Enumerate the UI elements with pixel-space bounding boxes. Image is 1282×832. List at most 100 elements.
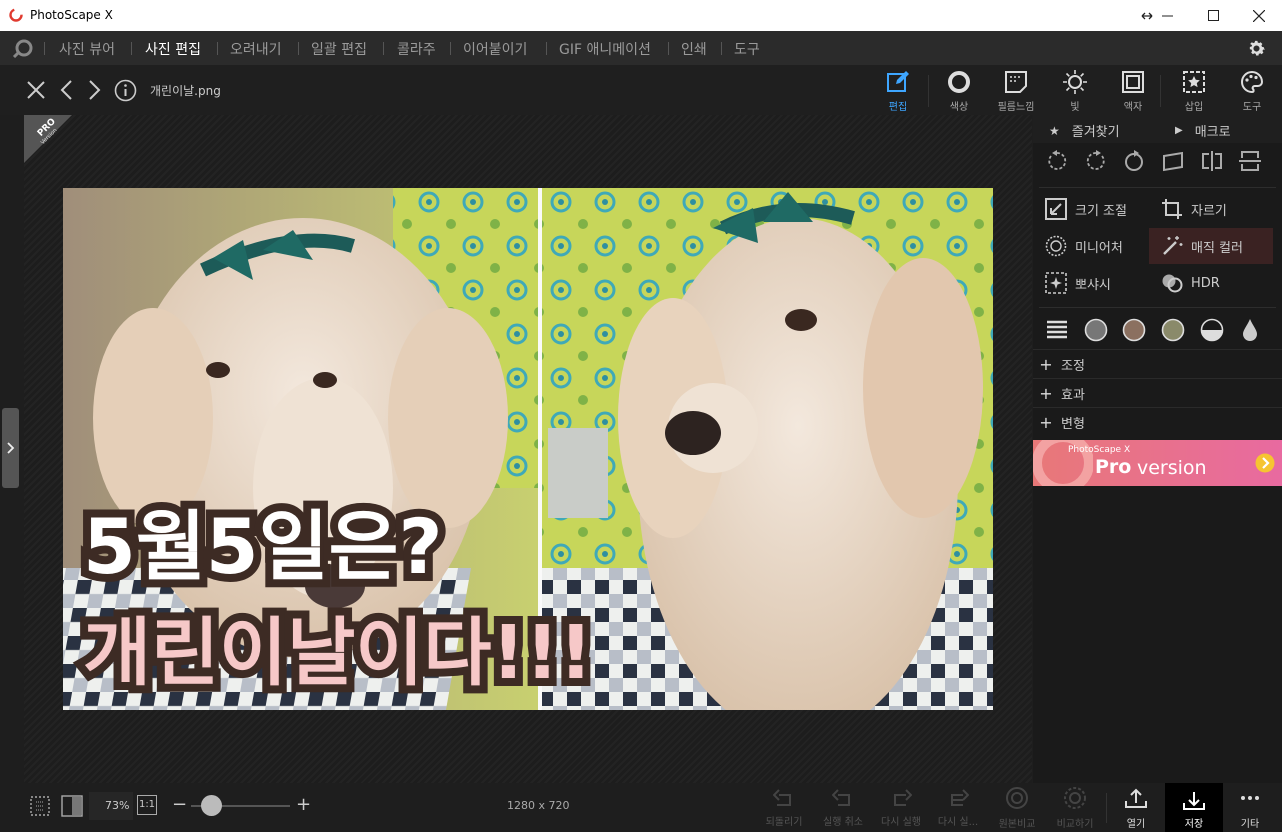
favorites-tab[interactable]: ★ 즐겨찾기 bbox=[1049, 121, 1120, 141]
filter-half-icon[interactable] bbox=[1200, 318, 1224, 342]
magic-wand-icon bbox=[1163, 236, 1183, 255]
sun-icon bbox=[1063, 70, 1087, 94]
caption-line-1: 5월5일은? bbox=[83, 502, 443, 591]
more-button[interactable]: 기타 bbox=[1224, 787, 1276, 830]
circle-icon bbox=[948, 71, 970, 93]
revert-label: 되돌리기 bbox=[765, 817, 803, 828]
rotate-left-icon[interactable] bbox=[1046, 150, 1068, 172]
tab-color-label: 색상 bbox=[949, 102, 969, 113]
tab-tools[interactable]: 도구 bbox=[1227, 69, 1277, 113]
flip-horizontal-icon[interactable] bbox=[1201, 150, 1223, 172]
straighten-icon[interactable] bbox=[1161, 150, 1185, 172]
filter-sepia-icon[interactable] bbox=[1122, 318, 1146, 342]
open-button[interactable]: 열기 bbox=[1110, 787, 1162, 830]
section-transform[interactable]: + 변형 bbox=[1033, 407, 1282, 436]
rotate-right-icon[interactable] bbox=[1085, 150, 1107, 172]
settings-gear-icon[interactable] bbox=[1246, 38, 1267, 59]
nav-item-combine[interactable]: 이어붙이기 bbox=[463, 39, 527, 59]
nav-item-cut-out[interactable]: 오려내기 bbox=[230, 39, 282, 59]
palette-icon bbox=[1241, 70, 1264, 94]
compare-toggle-icon[interactable] bbox=[61, 795, 83, 817]
save-button[interactable]: 저장 bbox=[1165, 783, 1223, 832]
tab-color[interactable]: 색상 bbox=[934, 69, 984, 113]
nav-separator bbox=[217, 42, 218, 55]
repeat-button[interactable]: 다시 실... bbox=[932, 787, 984, 828]
zoom-slider-thumb[interactable] bbox=[201, 795, 222, 816]
nav-item-batch[interactable]: 일괄 편집 bbox=[311, 39, 367, 59]
pro-version-badge[interactable]: PRO Version bbox=[24, 115, 72, 163]
nav-item-tools[interactable]: 도구 bbox=[734, 39, 760, 59]
rotate-free-icon[interactable] bbox=[1123, 150, 1145, 172]
list-icon[interactable] bbox=[1046, 318, 1068, 342]
nav-separator bbox=[131, 42, 132, 55]
nav-item-photo-viewer[interactable]: 사진 뷰어 bbox=[59, 39, 115, 59]
filter-presets-row bbox=[1033, 316, 1282, 344]
revert-icon bbox=[772, 789, 791, 806]
original-compare-button[interactable]: 원본비교 bbox=[991, 787, 1043, 830]
crop-tool[interactable]: 자르기 bbox=[1161, 197, 1227, 221]
crop-icon bbox=[1162, 199, 1182, 219]
section-effects[interactable]: + 효과 bbox=[1033, 378, 1282, 407]
tab-film[interactable]: 필름느낌 bbox=[991, 69, 1041, 113]
nav-item-gif[interactable]: GIF 애니메이션 bbox=[559, 39, 651, 59]
star-frame-icon bbox=[1183, 71, 1205, 93]
minimize-button[interactable] bbox=[1144, 0, 1190, 31]
edited-photo[interactable]: 5월5일은? 개린이날이다!!! bbox=[63, 188, 993, 710]
undo-icon bbox=[831, 789, 850, 806]
next-photo-icon[interactable] bbox=[87, 79, 103, 101]
tab-insert[interactable]: 삽입 bbox=[1169, 69, 1219, 113]
nav-item-print[interactable]: 인쇄 bbox=[681, 39, 707, 59]
nav-item-photo-editor[interactable]: 사진 편집 bbox=[145, 39, 201, 59]
previous-photo-icon[interactable] bbox=[58, 79, 74, 101]
resize-tool[interactable]: 크기 조절 bbox=[1045, 197, 1127, 221]
expand-sidebar-handle[interactable] bbox=[2, 408, 19, 488]
compare-button[interactable]: 비교하기 bbox=[1049, 787, 1101, 830]
zoom-in-button[interactable]: + bbox=[296, 794, 311, 815]
section-effects-label: 효과 bbox=[1061, 387, 1085, 403]
nav-item-collage[interactable]: 콜라주 bbox=[397, 39, 436, 59]
file-name: 개린이날.png bbox=[150, 84, 221, 98]
miniature-tool[interactable]: 미니어처 bbox=[1045, 234, 1123, 258]
drop-icon[interactable] bbox=[1241, 318, 1259, 342]
actual-size-button[interactable]: 1:1 bbox=[137, 795, 157, 815]
filter-vintage-icon[interactable] bbox=[1161, 318, 1185, 342]
zoom-value: 73% bbox=[105, 799, 130, 812]
macro-tab[interactable]: ▶ 매크로 bbox=[1175, 121, 1231, 140]
compare-label: 비교하기 bbox=[1056, 819, 1094, 830]
magic-color-tool[interactable]: 매직 컬러 bbox=[1161, 234, 1243, 258]
tab-tools-label: 도구 bbox=[1242, 102, 1262, 113]
revert-button[interactable]: 되돌리기 bbox=[758, 787, 810, 828]
filter-gray-icon[interactable] bbox=[1084, 318, 1108, 342]
maximize-icon bbox=[1207, 10, 1219, 21]
close-window-button[interactable] bbox=[1236, 0, 1282, 31]
undo-button[interactable]: 실행 취소 bbox=[817, 787, 869, 828]
section-adjust-label: 조정 bbox=[1061, 358, 1085, 374]
close-photo-icon[interactable] bbox=[26, 80, 46, 100]
info-icon[interactable] bbox=[114, 79, 137, 102]
miniature-icon bbox=[1045, 235, 1067, 257]
repeat-icon bbox=[951, 789, 970, 806]
zoom-out-button[interactable]: − bbox=[172, 794, 187, 815]
plus-icon: + bbox=[1039, 383, 1053, 403]
soften-tool[interactable]: 뽀샤시 bbox=[1045, 271, 1111, 295]
maximize-button[interactable] bbox=[1190, 0, 1236, 31]
redo-icon bbox=[894, 789, 913, 806]
photoscape-home-icon[interactable] bbox=[12, 38, 34, 58]
chevron-right-icon bbox=[7, 442, 15, 454]
tab-edit-label: 편집 bbox=[888, 102, 908, 113]
sparkle-icon bbox=[1045, 272, 1067, 294]
marquee-select-icon[interactable] bbox=[29, 795, 51, 817]
tab-film-label: 필름느낌 bbox=[997, 102, 1035, 113]
tab-edit[interactable]: 편집 bbox=[873, 69, 923, 113]
pro-version-banner[interactable]: PhotoScape X Pro version bbox=[1033, 440, 1282, 486]
plus-icon: + bbox=[1039, 412, 1053, 432]
download-icon bbox=[1183, 792, 1205, 810]
original-compare-label: 원본비교 bbox=[998, 819, 1036, 830]
zoom-field[interactable]: 73% bbox=[89, 792, 133, 820]
redo-button[interactable]: 다시 실행 bbox=[875, 787, 927, 828]
tab-light[interactable]: 빛 bbox=[1050, 69, 1100, 113]
hdr-tool[interactable]: HDR bbox=[1161, 271, 1220, 295]
section-adjust[interactable]: + 조정 bbox=[1033, 349, 1282, 378]
tab-frame[interactable]: 액자 bbox=[1108, 69, 1158, 113]
flip-vertical-icon[interactable] bbox=[1238, 150, 1262, 172]
